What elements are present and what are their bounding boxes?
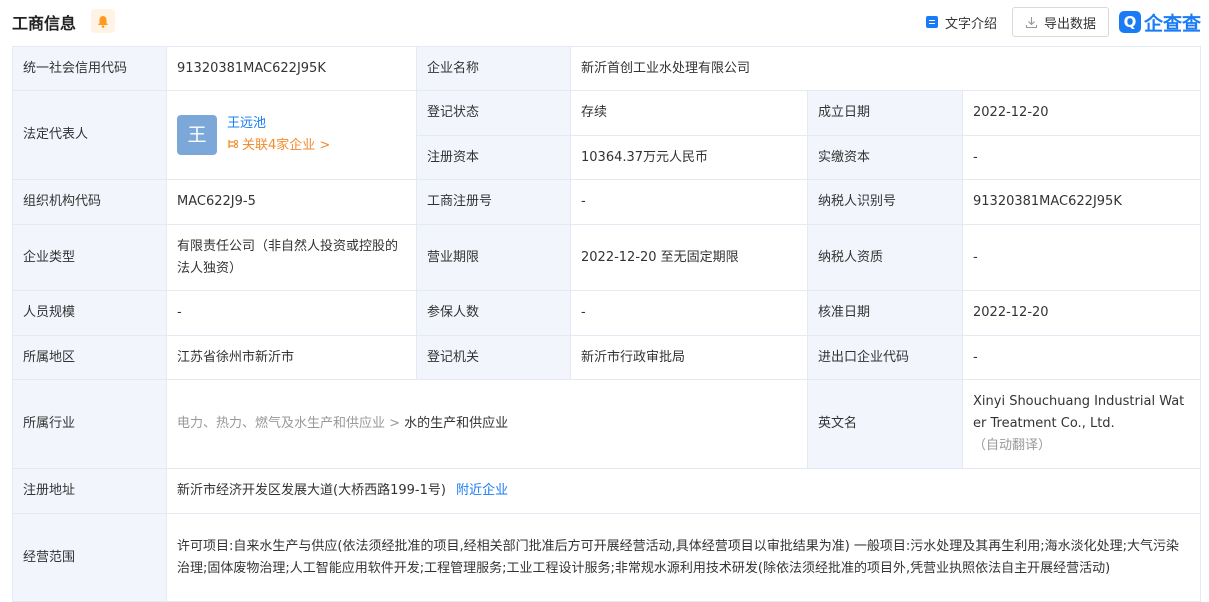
table-row: 所属地区 江苏省徐州市新沂市 登记机关 新沂市行政审批局 进出口企业代码 - [12,335,1202,380]
auto-translate-note: （自动翻译） [973,438,1052,453]
org-code-value: MAC622J9-5 [166,179,417,225]
english-name-cell: Xinyi Shouchuang Industrial Water Treatm… [961,379,1202,469]
logo-text: 企查查 [1143,12,1201,35]
table-row: 经营范围 许可项目:自来水生产与供应(依法须经批准的项目,经相关部门批准后方可开… [12,513,1202,602]
section-title: 工商信息 [12,14,77,33]
taxpayer-id-value: 91320381MAC622J95K [961,179,1202,225]
found-date-label: 成立日期 [807,90,963,136]
bell-icon[interactable] [91,9,115,33]
legal-rep-name-link[interactable]: 王远池 [227,113,406,135]
industry-label: 所属行业 [12,379,167,469]
found-date-value: 2022-12-20 [961,90,1202,136]
taxpayer-qual-value: - [961,224,1202,291]
table-row: 企业类型 有限责任公司（非自然人投资或控股的法人独资） 营业期限 2022-12… [12,224,1202,291]
associated-companies-label: 关联4家企业 > [242,138,331,153]
associated-companies-link[interactable]: 关联4家企业 > [227,135,406,157]
approval-date-label: 核准日期 [807,290,963,336]
legal-rep-label: 法定代表人 [12,90,167,180]
reg-authority-value: 新沂市行政审批局 [570,335,808,380]
export-data-button[interactable]: 导出数据 [1011,7,1109,37]
biz-term-label: 营业期限 [416,224,571,291]
relation-icon [228,139,239,149]
nearby-companies-link[interactable]: 附近企业 [456,483,508,498]
business-info-table: 统一社会信用代码 91320381MAC622J95K 企业名称 新沂首创工业水… [12,46,1202,602]
import-export-label: 进出口企业代码 [807,335,963,380]
text-intro-button[interactable]: 文字介绍 [925,13,997,32]
credit-code-value: 91320381MAC622J95K [166,46,417,91]
taxpayer-id-label: 纳税人识别号 [807,179,963,225]
staff-size-label: 人员规模 [12,290,167,336]
import-export-value: - [961,335,1202,380]
biz-reg-no-label: 工商注册号 [416,179,571,225]
biz-reg-no-value: - [570,179,808,225]
download-icon [1025,16,1038,28]
taxpayer-qual-label: 纳税人资质 [807,224,963,291]
table-row: 组织机构代码 MAC622J9-5 工商注册号 - 纳税人识别号 9132038… [12,179,1202,225]
section-header: 工商信息 文字介绍 导出数据 Q 企查查 [0,0,1209,44]
region-value: 江苏省徐州市新沂市 [166,335,417,380]
reg-status-label: 登记状态 [416,90,571,136]
logo-icon: Q [1118,11,1141,33]
staff-size-value: - [166,290,417,336]
reg-capital-label: 注册资本 [416,135,571,180]
reg-status-value: 存续 [570,90,808,136]
document-icon [925,16,938,28]
table-row: 统一社会信用代码 91320381MAC622J95K 企业名称 新沂首创工业水… [12,46,1202,91]
biz-term-value: 2022-12-20 至无固定期限 [570,224,808,291]
company-name-value: 新沂首创工业水处理有限公司 [569,46,1202,91]
insured-value: - [570,290,808,336]
export-label: 导出数据 [1043,16,1096,32]
reg-capital-value: 10364.37万元人民币 [570,135,808,180]
table-row: 所属行业 电力、热力、燃气及水生产和供应业 > 水的生产和供应业 英文名 Xin… [12,379,1202,469]
insured-label: 参保人数 [416,290,571,336]
table-row: 法定代表人 王 王远池 关联4家企业 > 登记状态 存续 成立日期 2022-1… [12,90,1202,180]
approval-date-value: 2022-12-20 [961,290,1202,336]
address-cell: 新沂市经济开发区发展大道(大桥西路199-1号) 附近企业 [165,468,1202,514]
company-type-label: 企业类型 [12,224,167,291]
english-name-value: Xinyi Shouchuang Industrial Water Treatm… [973,394,1185,431]
qichacha-logo: Q 企查查 [1118,9,1201,36]
org-code-label: 组织机构代码 [12,179,167,225]
paid-capital-value: - [961,135,1202,180]
industry-value-cell: 电力、热力、燃气及水生产和供应业 > 水的生产和供应业 [166,379,808,469]
scope-label: 经营范围 [12,513,167,602]
avatar[interactable]: 王 [177,115,217,155]
company-name-label: 企业名称 [416,46,571,91]
header-actions: 文字介绍 导出数据 Q 企查查 [925,6,1201,38]
credit-code-label: 统一社会信用代码 [12,46,167,91]
english-name-label: 英文名 [807,379,963,469]
text-intro-label: 文字介绍 [944,16,997,32]
reg-authority-label: 登记机关 [416,335,571,380]
table-row: 注册地址 新沂市经济开发区发展大道(大桥西路199-1号) 附近企业 [12,468,1202,514]
table-row: 人员规模 - 参保人数 - 核准日期 2022-12-20 [12,290,1202,336]
scope-value: 许可项目:自来水生产与供应(依法须经批准的项目,经相关部门批准后方可开展经营活动… [165,513,1202,602]
industry-value: 水的生产和供应业 [404,416,509,431]
paid-capital-label: 实缴资本 [807,135,963,180]
company-type-value: 有限责任公司（非自然人投资或控股的法人独资） [166,224,417,291]
legal-rep-cell: 王 王远池 关联4家企业 > [166,90,417,180]
address-label: 注册地址 [12,468,167,514]
industry-parent: 电力、热力、燃气及水生产和供应业 > [177,416,401,431]
region-label: 所属地区 [12,335,167,380]
address-value: 新沂市经济开发区发展大道(大桥西路199-1号) [177,483,446,498]
